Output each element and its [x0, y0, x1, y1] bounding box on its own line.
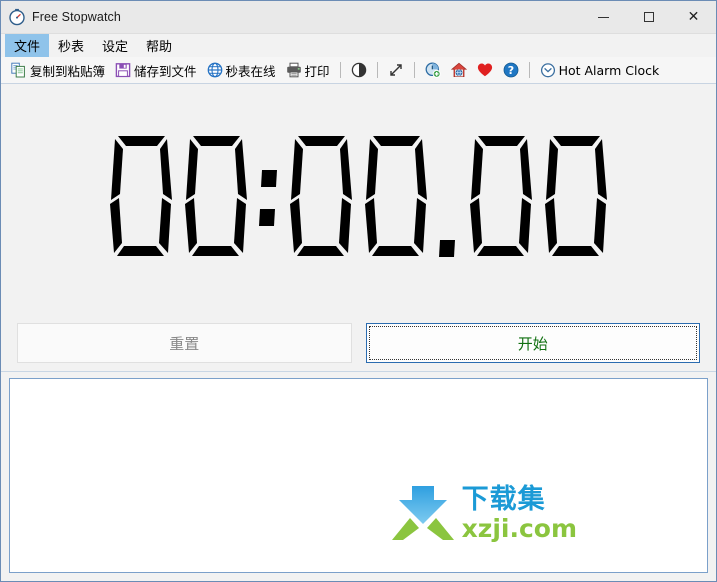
menu-item-help[interactable]: 帮助	[137, 34, 181, 57]
toolbar-help[interactable]: ?	[498, 59, 524, 81]
lcd-digit-h2	[184, 135, 247, 256]
add-clock-icon	[425, 62, 441, 78]
minimize-icon	[598, 16, 609, 18]
close-icon: ✕	[687, 9, 700, 25]
menu-item-settings-label: 设定	[102, 40, 129, 55]
close-button[interactable]: ✕	[671, 1, 716, 33]
toolbar-separator-2	[376, 62, 378, 78]
toolbar-copy-to-clipboard[interactable]: 复制到粘贴簿	[6, 59, 110, 81]
toolbar-fullscreen[interactable]	[383, 59, 409, 81]
home-globe-icon	[450, 62, 467, 78]
stopwatch-display-area: 00:00.00	[1, 84, 716, 319]
menu-item-help-label: 帮助	[146, 40, 173, 55]
alarm-clock-icon	[540, 63, 555, 78]
print-icon	[286, 62, 301, 78]
toolbar-save-to-file[interactable]: 储存到文件	[110, 59, 202, 81]
toolbar-home[interactable]	[446, 59, 472, 81]
window-title: Free Stopwatch	[32, 10, 121, 24]
control-buttons: 重置 开始	[1, 319, 716, 367]
menu-item-stopwatch[interactable]: 秒表	[49, 34, 93, 57]
stopwatch-icon	[9, 8, 25, 26]
start-button-label: 开始	[517, 334, 548, 353]
menu-item-file-label: 文件	[14, 40, 41, 55]
toolbar-print-label: 打印	[304, 63, 330, 79]
menu-item-file[interactable]: 文件	[5, 34, 50, 57]
toolbar: 复制到粘贴簿 储存到文件 秒表在线 打印 ? Hot Alarm Clock	[1, 57, 716, 84]
help-icon: ?	[503, 62, 518, 78]
toolbar-stopwatch-online[interactable]: 秒表在线	[202, 59, 281, 81]
minimize-button[interactable]	[581, 1, 626, 33]
toolbar-add-clock[interactable]	[420, 59, 446, 81]
lcd-digit-s1	[469, 135, 532, 256]
reset-button-label: 重置	[169, 334, 200, 353]
lcd-digit-h1	[109, 135, 172, 256]
watermark-cn: 下载集	[461, 483, 546, 515]
lap-list-wrapper: 下载集 xzji.com	[1, 372, 716, 581]
toolbar-online-label: 秒表在线	[225, 63, 276, 79]
toolbar-separator-1	[339, 62, 341, 78]
toolbar-contrast[interactable]	[346, 59, 372, 81]
globe-icon	[207, 62, 222, 78]
toolbar-save-label: 储存到文件	[134, 63, 197, 79]
save-icon	[115, 63, 131, 78]
fullscreen-icon	[389, 64, 402, 76]
watermark-en: xzji.com	[461, 513, 577, 543]
toolbar-favorite[interactable]	[472, 59, 498, 81]
toolbar-separator-3	[413, 62, 415, 78]
menu-item-stopwatch-label: 秒表	[58, 40, 85, 55]
maximize-icon	[643, 12, 654, 22]
lcd-decimal-point	[438, 239, 455, 257]
stopwatch-display	[104, 132, 614, 272]
maximize-button[interactable]	[626, 1, 671, 33]
start-button[interactable]: 开始	[365, 323, 700, 363]
copy-icon	[11, 62, 25, 78]
contrast-icon	[351, 62, 366, 78]
lap-list-panel[interactable]: 下载集 xzji.com	[9, 378, 708, 573]
menu-bar: 文件 秒表 设定 帮助	[1, 34, 716, 57]
menu-item-settings[interactable]: 设定	[93, 34, 137, 57]
toolbar-print[interactable]: 打印	[281, 59, 335, 81]
window-controls: ✕	[581, 1, 716, 33]
download-arrow-icon	[391, 486, 454, 540]
app-window: Free Stopwatch ✕ 文件 秒表 设定 帮助 复制到粘贴簿 储存到文…	[0, 0, 717, 582]
lcd-colon	[258, 169, 277, 226]
toolbar-copy-label: 复制到粘贴簿	[30, 63, 106, 79]
toolbar-separator-4	[528, 62, 530, 78]
lcd-digit-s2	[544, 135, 607, 256]
toolbar-hot-alarm-clock[interactable]: Hot Alarm Clock	[535, 59, 665, 81]
watermark: 下载集 xzji.com	[390, 484, 577, 542]
watermark-text: 下载集 xzji.com	[462, 486, 577, 541]
heart-icon	[477, 63, 492, 77]
toolbar-hot-alarm-label: Hot Alarm Clock	[558, 62, 660, 78]
lcd-digit-m1	[289, 135, 352, 256]
svg-text:?: ?	[507, 64, 513, 77]
lcd-digit-m2	[364, 135, 427, 256]
reset-button[interactable]: 重置	[17, 323, 352, 363]
title-bar: Free Stopwatch ✕	[1, 1, 716, 34]
